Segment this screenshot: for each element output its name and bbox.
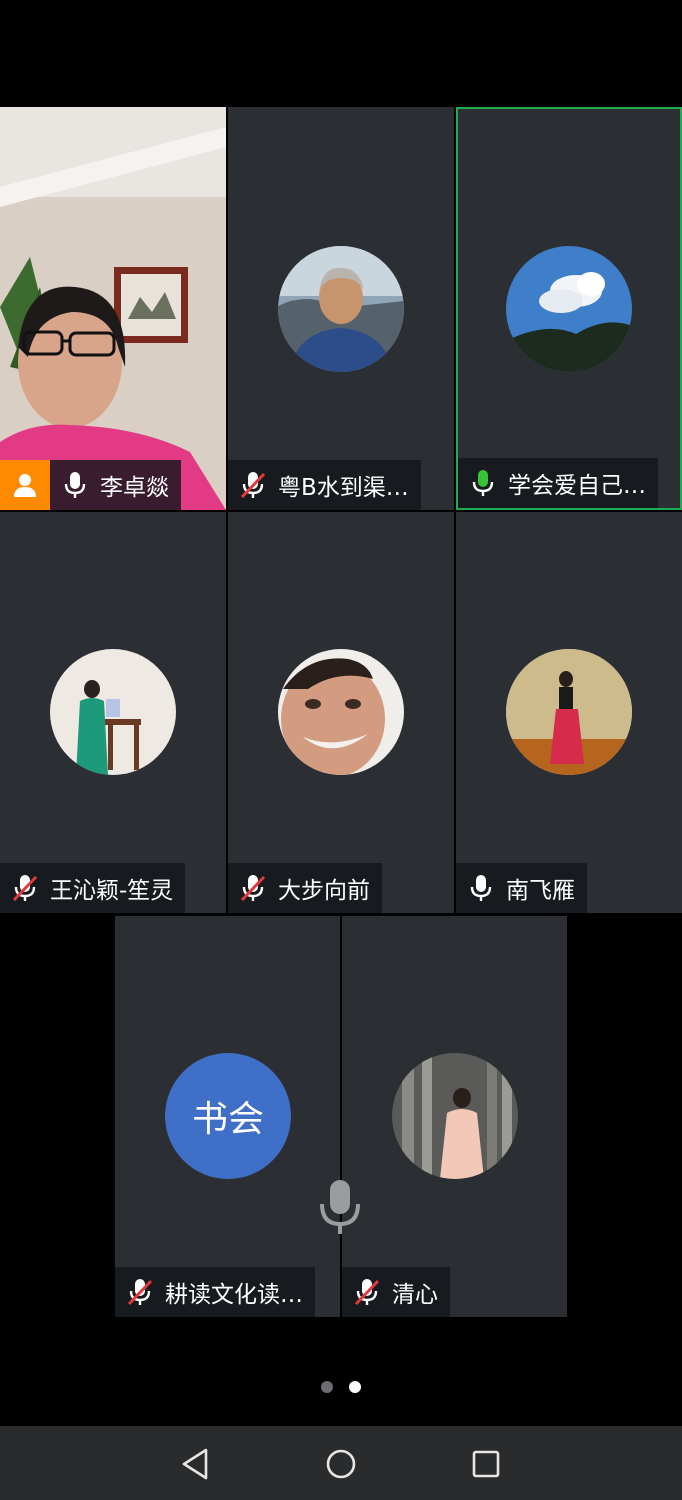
participant-label: 大步向前 xyxy=(228,863,382,913)
avatar-initials: 书会 xyxy=(191,1099,264,1140)
participant-tile-1[interactable]: 李卓燚 xyxy=(0,107,226,510)
participant-tile-8[interactable]: 清心 xyxy=(342,916,567,1317)
participant-label: 王沁颖-笙灵 xyxy=(0,863,186,913)
avatar xyxy=(392,1053,518,1179)
avatar xyxy=(278,246,404,372)
avatar: 书会 xyxy=(165,1053,291,1179)
participant-name: 耕读文化读… xyxy=(165,1282,303,1308)
host-badge xyxy=(0,460,50,510)
avatar xyxy=(506,246,632,372)
recents-square-icon[interactable] xyxy=(466,1444,506,1484)
microphone-muted-icon xyxy=(127,1279,153,1306)
back-triangle-icon[interactable] xyxy=(176,1444,216,1484)
avatar xyxy=(506,649,632,775)
participant-tile-7[interactable]: 书会 耕读文化读… xyxy=(115,916,340,1317)
participant-name: 王沁颖-笙灵 xyxy=(50,878,174,904)
participant-tile-3[interactable]: 学会爱自己… xyxy=(456,107,682,510)
participant-label: 清心 xyxy=(342,1267,450,1317)
participant-label: 学会爱自己… xyxy=(458,458,658,508)
participant-label: 粤B水到渠… xyxy=(228,460,421,510)
microphone-icon xyxy=(472,470,494,496)
microphone-icon xyxy=(64,472,86,498)
participant-tile-4[interactable]: 王沁颖-笙灵 xyxy=(0,512,226,913)
participant-name: 粤B水到渠… xyxy=(278,475,409,501)
participant-name: 南飞雁 xyxy=(506,878,575,904)
audio-indicator-icon xyxy=(320,1180,360,1234)
participant-label: 耕读文化读… xyxy=(115,1267,315,1317)
participant-tile-2[interactable]: 粤B水到渠… xyxy=(228,107,454,510)
participant-name: 学会爱自己… xyxy=(508,473,646,499)
participant-name: 清心 xyxy=(392,1282,438,1308)
microphone-muted-icon xyxy=(240,472,266,499)
person-icon xyxy=(14,474,36,497)
microphone-muted-icon xyxy=(240,875,266,902)
home-circle-icon[interactable] xyxy=(321,1444,361,1484)
microphone-muted-icon xyxy=(354,1279,380,1306)
microphone-icon xyxy=(470,875,492,901)
participant-label: 李卓燚 xyxy=(0,460,181,510)
participant-video xyxy=(0,107,226,510)
avatar xyxy=(50,649,176,775)
page-indicator xyxy=(0,1381,682,1393)
participant-tile-5[interactable]: 大步向前 xyxy=(228,512,454,913)
avatar xyxy=(278,649,404,775)
page-dot-2[interactable] xyxy=(349,1381,361,1393)
participant-label: 南飞雁 xyxy=(456,863,587,913)
participant-name: 大步向前 xyxy=(278,878,370,904)
microphone-muted-icon xyxy=(12,875,38,902)
participant-tile-6[interactable]: 南飞雁 xyxy=(456,512,682,913)
participant-name: 李卓燚 xyxy=(100,475,169,501)
system-navigation-bar xyxy=(0,1426,682,1500)
page-dot-1[interactable] xyxy=(321,1381,333,1393)
